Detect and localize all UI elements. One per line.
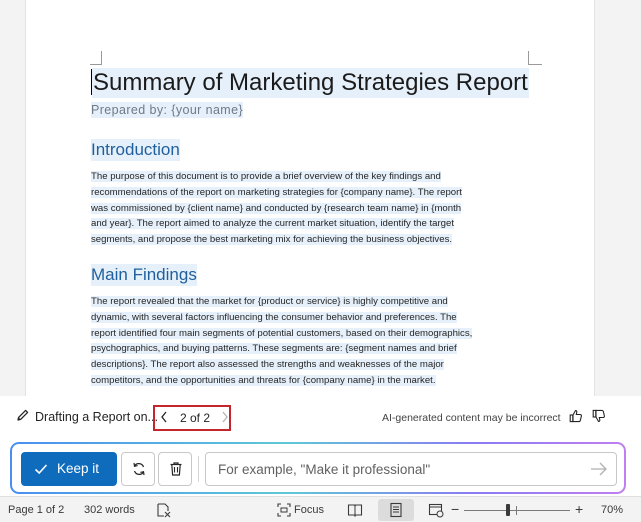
regenerate-icon xyxy=(133,462,145,476)
chevron-left-icon[interactable] xyxy=(158,409,170,425)
discard-button[interactable] xyxy=(158,452,192,486)
refine-prompt-input[interactable] xyxy=(205,452,617,486)
paragraph-line: recommendations of the report on marketi… xyxy=(91,186,462,198)
focus-icon[interactable] xyxy=(276,502,292,518)
document-body[interactable]: Summary of Marketing Strategies Report P… xyxy=(91,68,531,389)
zoom-slider-tick xyxy=(516,506,517,515)
paragraph-line: report identified four main segments of … xyxy=(91,327,473,339)
trash-icon xyxy=(170,462,182,476)
document-canvas[interactable]: Summary of Marketing Strategies Report P… xyxy=(0,0,641,396)
keep-it-button[interactable]: Keep it xyxy=(21,452,117,486)
margin-corner-top-right xyxy=(528,51,542,65)
paragraph-main-findings[interactable]: The report revealed that the market for … xyxy=(91,294,531,389)
paragraph-line: dynamic, with several factors influencin… xyxy=(91,311,457,323)
zoom-slider-thumb[interactable] xyxy=(506,504,510,516)
section-heading-introduction[interactable]: Introduction xyxy=(91,139,180,161)
thumbs-up-icon[interactable] xyxy=(569,408,583,424)
paragraph-line: segments, and propose the best marketing… xyxy=(91,234,453,246)
zoom-slider-track[interactable] xyxy=(464,510,570,511)
action-divider xyxy=(198,456,199,482)
word-count[interactable]: 302 words xyxy=(84,504,135,516)
web-layout-icon[interactable] xyxy=(428,502,444,518)
section-heading-main-findings[interactable]: Main Findings xyxy=(91,263,197,286)
paragraph-introduction[interactable]: The purpose of this document is to provi… xyxy=(91,169,531,248)
page-count[interactable]: Page 1 of 2 xyxy=(8,504,64,516)
send-arrow-icon[interactable] xyxy=(590,461,608,477)
copilot-action-inner: Keep it xyxy=(12,444,624,492)
paragraph-line: The report revealed that the market for … xyxy=(91,295,448,307)
checkmark-icon xyxy=(34,464,48,475)
document-title[interactable]: Summary of Marketing Strategies Report xyxy=(92,68,529,98)
drafting-status-label: Drafting a Report on... xyxy=(35,410,158,424)
chevron-right-icon[interactable] xyxy=(219,409,231,425)
document-page[interactable]: Summary of Marketing Strategies Report P… xyxy=(26,0,594,396)
paragraph-line: and year}. The report aimed to analyze t… xyxy=(91,218,454,230)
paragraph-line: psychographics, and buying patterns. The… xyxy=(91,343,457,355)
paragraph-line: competitors, and the opportunities and t… xyxy=(91,374,436,386)
print-layout-icon[interactable] xyxy=(388,502,404,518)
ai-disclaimer: AI-generated content may be incorrect xyxy=(382,412,561,424)
keep-it-label: Keep it xyxy=(57,461,100,476)
zoom-in-icon[interactable]: + xyxy=(575,501,583,517)
zoom-level[interactable]: 70% xyxy=(601,504,623,516)
proofing-icon[interactable] xyxy=(156,502,172,518)
paragraph-line: was commissioned by {client name} and co… xyxy=(91,202,462,214)
copilot-action-frame: Keep it xyxy=(10,442,626,494)
read-mode-icon[interactable] xyxy=(347,502,363,518)
copilot-action-area: Keep it xyxy=(0,440,641,496)
pencil-icon xyxy=(17,409,29,421)
document-subtitle[interactable]: Prepared by: {your name} xyxy=(91,102,244,118)
regenerate-button[interactable] xyxy=(121,452,155,486)
draft-pager-count: 2 of 2 xyxy=(180,411,211,425)
status-bar: Page 1 of 2 302 words Focus − + 70% xyxy=(0,496,641,522)
zoom-out-icon[interactable]: − xyxy=(451,501,459,517)
focus-label[interactable]: Focus xyxy=(294,504,324,516)
paragraph-line: The purpose of this document is to provi… xyxy=(91,171,441,182)
paragraph-line: descriptions}. The report also assessed … xyxy=(91,359,444,371)
margin-corner-top-left xyxy=(90,51,102,65)
copilot-drafting-bar: Drafting a Report on... 2 of 2 AI-genera… xyxy=(0,396,641,440)
thumbs-down-icon[interactable] xyxy=(592,408,606,424)
